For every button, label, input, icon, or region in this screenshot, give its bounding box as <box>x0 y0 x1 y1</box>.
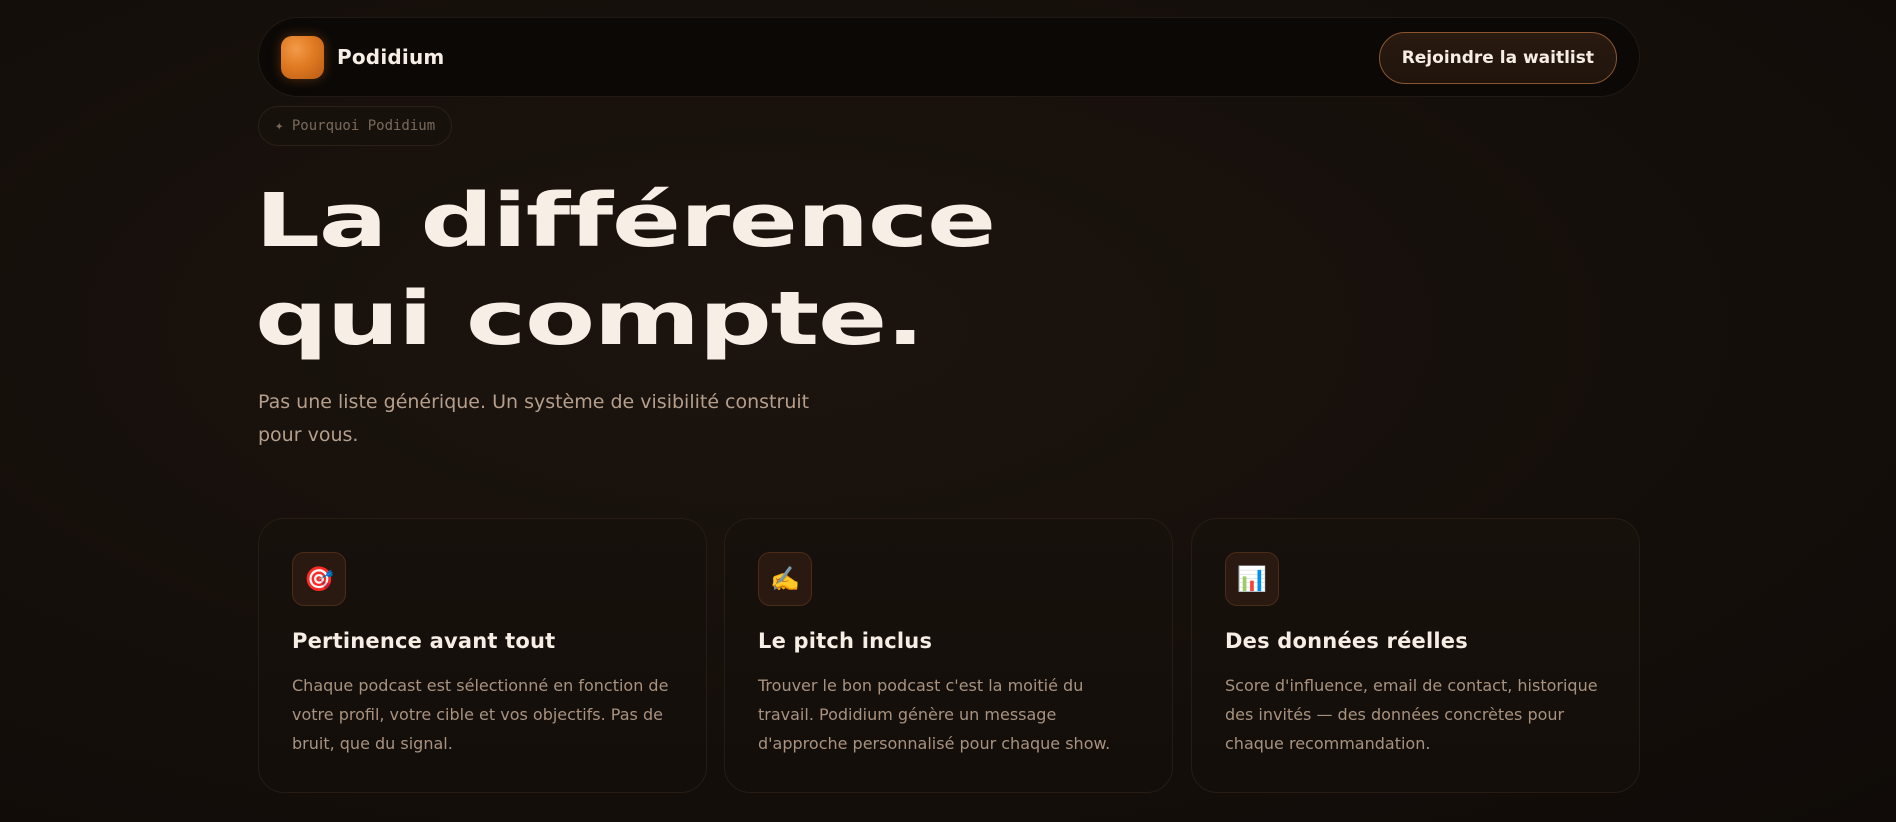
section-badge: ✦ Pourquoi Podidium <box>258 106 453 146</box>
feature-card-title: Pertinence avant tout <box>292 629 556 653</box>
target-icon: 🎯 <box>292 552 346 606</box>
bar-chart-icon: 📊 <box>1225 552 1279 606</box>
feature-card-data: 📊 Des données réelles Score d'influence,… <box>1191 518 1640 793</box>
page-title-line-1: La différence <box>255 178 996 264</box>
feature-cards: 🎯 Pertinence avant tout Chaque podcast e… <box>258 518 1640 793</box>
feature-card-pitch: ✍️ Le pitch inclus Trouver le bon podcas… <box>724 518 1173 793</box>
join-waitlist-button[interactable]: Rejoindre la waitlist <box>1378 32 1617 84</box>
feature-card-relevance: 🎯 Pertinence avant tout Chaque podcast e… <box>258 518 707 793</box>
feature-card-title: Des données réelles <box>1225 629 1468 653</box>
feature-card-title: Le pitch inclus <box>758 629 933 653</box>
page-title: La différence qui compte. <box>255 172 996 368</box>
feature-card-text: Chaque podcast est sélectionné en foncti… <box>292 676 669 753</box>
podidium-logo-icon[interactable] <box>281 36 324 79</box>
page-subtitle: Pas une liste générique. Un système de v… <box>258 391 810 446</box>
top-navbar: Podidium Rejoindre la waitlist <box>258 17 1640 97</box>
page-container: Podidium Rejoindre la waitlist ✦ Pourquo… <box>255 0 1640 822</box>
page-title-line-2: qui compte. <box>255 276 925 362</box>
writing-hand-icon: ✍️ <box>758 552 812 606</box>
brand-name[interactable]: Podidium <box>337 45 444 69</box>
feature-card-text: Score d'influence, email de contact, his… <box>1225 676 1598 753</box>
feature-card-text: Trouver le bon podcast c'est la moitié d… <box>758 676 1111 753</box>
